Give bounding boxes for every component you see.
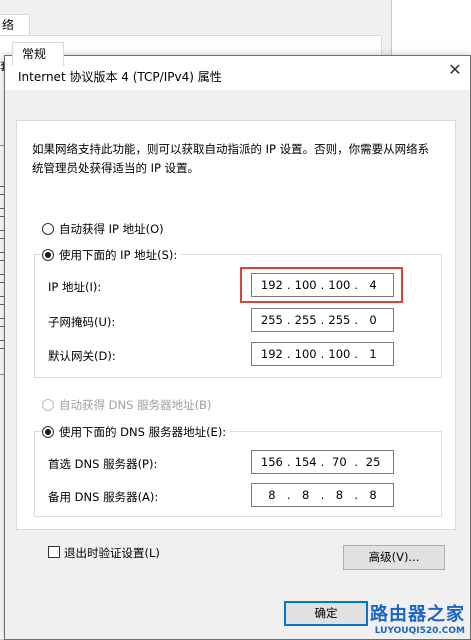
dns-octet: 154 <box>294 455 317 469</box>
auto-ip-label: 自动获得 IP 地址(O) <box>59 222 164 236</box>
gateway-octet: 100 <box>294 347 317 361</box>
auto-dns-label: 自动获得 DNS 服务器地址(B) <box>59 398 212 412</box>
auto-dns-radio <box>42 399 54 411</box>
alternate-dns-field[interactable]: 8. 8. 8. 8 <box>251 483 394 507</box>
watermark-title: 路由器之家 <box>370 604 465 625</box>
manual-dns-radio[interactable] <box>42 426 54 438</box>
preferred-dns-label: 首选 DNS 服务器(P): <box>48 457 158 471</box>
preferred-dns-field[interactable]: 156. 154. 70. 25 <box>251 450 394 474</box>
manual-dns-option[interactable]: 使用下面的 DNS 服务器地址(E): <box>42 424 231 440</box>
auto-dns-option: 自动获得 DNS 服务器地址(B) <box>42 397 211 413</box>
ip-address-label: IP 地址(I): <box>48 280 102 294</box>
auto-ip-option[interactable]: 自动获得 IP 地址(O) <box>42 221 164 237</box>
manual-ip-radio[interactable] <box>42 249 54 261</box>
background-tab: 络 <box>0 14 30 36</box>
dns-octet: 25 <box>365 455 381 469</box>
subnet-octet: 255 <box>260 313 283 327</box>
title-bar: Internet 协议版本 4 (TCP/IPv4) 属性 ✕ <box>5 56 470 90</box>
close-icon[interactable]: ✕ <box>440 56 470 86</box>
dns-octet: 156 <box>260 455 283 469</box>
gateway-octet: 100 <box>328 347 351 361</box>
subnet-octet: 255 <box>328 313 351 327</box>
tab-general[interactable]: 常规 <box>12 42 64 66</box>
dns-octet: 8 <box>335 488 344 502</box>
alternate-dns-label: 备用 DNS 服务器(A): <box>48 490 159 504</box>
advanced-button[interactable]: 高级(V)... <box>343 545 445 570</box>
ok-button[interactable]: 确定 <box>284 601 368 626</box>
dialog-title: Internet 协议版本 4 (TCP/IPv4) 属性 <box>18 70 222 84</box>
validate-checkbox[interactable] <box>48 546 60 558</box>
subnet-mask-field[interactable]: 255. 255. 255. 0 <box>251 308 394 332</box>
subnet-octet: 0 <box>369 313 377 327</box>
validate-label: 退出时验证设置(L) <box>64 546 160 560</box>
gateway-octet: 192 <box>260 347 283 361</box>
dns-octet: 8 <box>369 488 377 502</box>
subnet-mask-label: 子网掩码(U): <box>48 315 116 329</box>
manual-ip-option[interactable]: 使用下面的 IP 地址(S): <box>42 247 182 263</box>
gateway-label: 默认网关(D): <box>48 349 116 363</box>
dns-octet: 8 <box>268 488 276 502</box>
gateway-field[interactable]: 192. 100. 100. 1 <box>251 342 394 366</box>
auto-ip-radio[interactable] <box>42 223 54 235</box>
description-text: 如果网络支持此功能，则可以获取自动指派的 IP 设置。否则，你需要从网络系统管理… <box>32 142 430 175</box>
dns-octet: 70 <box>332 455 347 469</box>
gateway-octet: 1 <box>369 347 377 361</box>
watermark-logo: 路由器之家 LUYOUQI520.COM <box>370 600 465 636</box>
dns-octet: 8 <box>301 488 310 502</box>
subnet-octet: 255 <box>294 313 317 327</box>
highlight-box <box>240 267 403 303</box>
manual-ip-label: 使用下面的 IP 地址(S): <box>59 248 178 262</box>
watermark-url: LUYOUQI520.COM <box>374 626 465 636</box>
manual-dns-label: 使用下面的 DNS 服务器地址(E): <box>59 425 227 439</box>
